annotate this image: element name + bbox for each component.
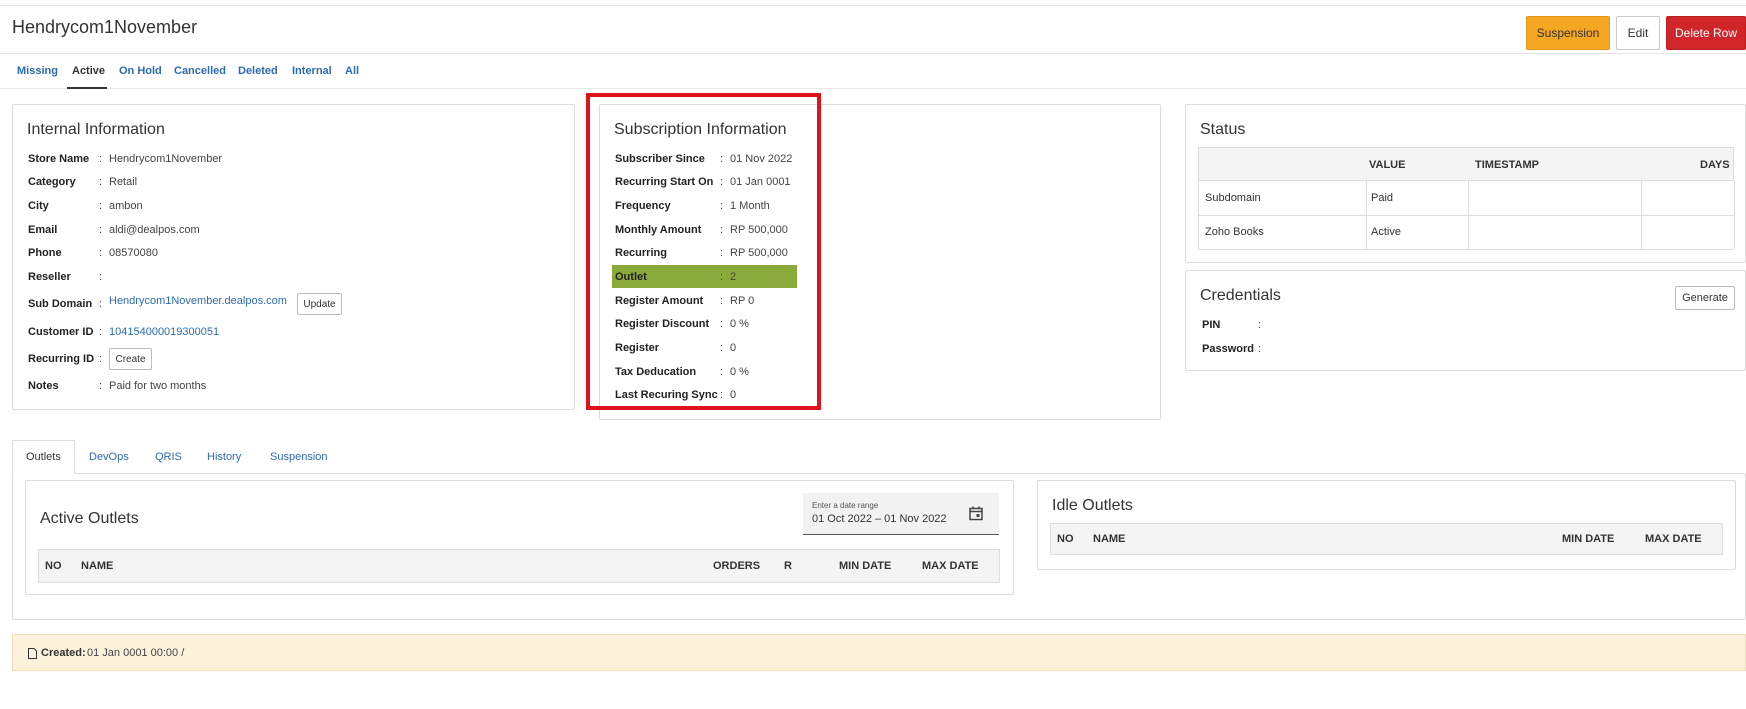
active-col-name: NAME <box>81 560 114 572</box>
active-col-min-date: MIN DATE <box>839 560 892 572</box>
status-title: Status <box>1200 121 1246 138</box>
idle-col-name: NAME <box>1093 533 1126 545</box>
email-value: aldi@dealpos.com <box>109 224 200 236</box>
col-divider <box>1366 181 1367 249</box>
tab-history[interactable]: History <box>207 451 241 463</box>
store-name-label: Store Name <box>28 153 90 165</box>
phone-value: 08570080 <box>109 247 158 259</box>
calendar-icon[interactable] <box>969 506 983 521</box>
notes-value: Paid for two months <box>109 380 207 392</box>
status-row-zoho-books: Zoho Books <box>1205 226 1264 238</box>
col-divider <box>1468 181 1469 249</box>
colon: : <box>99 298 103 310</box>
sub-domain-link[interactable]: Hendrycom1November.dealpos.com <box>109 295 287 307</box>
row-divider <box>1198 249 1734 250</box>
update-button[interactable]: Update <box>297 293 342 315</box>
city-label: City <box>28 200 49 212</box>
colon: : <box>99 326 103 338</box>
nav-missing[interactable]: Missing <box>17 65 58 77</box>
status-panel: Status <box>1185 104 1746 263</box>
page-title: Hendrycom1November <box>12 17 198 37</box>
idle-col-max-date: MAX DATE <box>1645 533 1702 545</box>
top-divider <box>0 5 1746 6</box>
col-divider <box>1641 181 1642 249</box>
city-value: ambon <box>109 200 143 212</box>
colon: : <box>99 247 103 259</box>
email-label: Email <box>28 224 58 236</box>
date-range-label: Enter a date range <box>812 501 879 510</box>
annotation-highlight-box <box>586 93 821 410</box>
tab-outlets[interactable]: Outlets <box>26 451 61 463</box>
nav-deleted[interactable]: Deleted <box>238 65 278 77</box>
tab-devops[interactable]: DevOps <box>89 451 129 463</box>
status-filter-nav: Missing Active On Hold Cancelled Deleted… <box>0 53 1746 89</box>
status-col-days: DAYS <box>1700 159 1730 171</box>
file-icon <box>28 648 37 659</box>
colon: : <box>99 176 103 188</box>
colon: : <box>99 224 103 236</box>
idle-outlets-table-header <box>1050 523 1723 555</box>
nav-cancelled[interactable]: Cancelled <box>174 65 226 77</box>
colon: : <box>99 353 103 365</box>
status-subdomain-value: Paid <box>1371 192 1394 204</box>
status-row-subdomain: Subdomain <box>1205 192 1261 204</box>
idle-col-no: NO <box>1057 533 1074 545</box>
created-value: 01 Jan 0001 00:00 / <box>87 647 185 659</box>
col-divider <box>1198 181 1199 249</box>
customer-id-link[interactable]: 104154000019300051 <box>109 326 219 338</box>
category-label: Category <box>28 176 76 188</box>
customer-id-label: Customer ID <box>28 326 94 338</box>
tab-qris[interactable]: QRIS <box>155 451 182 463</box>
created-label: Created: <box>41 647 86 659</box>
reseller-label: Reseller <box>28 271 71 283</box>
date-range-picker[interactable]: Enter a date range 01 Oct 2022 – 01 Nov … <box>803 493 999 535</box>
status-zoho-value: Active <box>1371 226 1401 238</box>
colon: : <box>1258 319 1262 331</box>
created-info-bar: Created: 01 Jan 0001 00:00 / <box>12 634 1746 671</box>
active-outlets-title: Active Outlets <box>40 510 139 527</box>
tab-suspension[interactable]: Suspension <box>270 451 328 463</box>
nav-on-hold[interactable]: On Hold <box>119 65 162 77</box>
active-col-orders: ORDERS <box>713 560 761 572</box>
status-col-timestamp: TIMESTAMP <box>1475 159 1539 171</box>
idle-col-min-date: MIN DATE <box>1562 533 1615 545</box>
recurring-id-label: Recurring ID <box>28 353 95 365</box>
nav-internal[interactable]: Internal <box>292 65 332 77</box>
delete-row-button[interactable]: Delete Row <box>1666 16 1746 50</box>
colon: : <box>99 380 103 392</box>
nav-active[interactable]: Active <box>72 65 105 77</box>
pin-label: PIN <box>1202 319 1221 331</box>
status-col-value: VALUE <box>1369 159 1406 171</box>
category-value: Retail <box>109 176 138 188</box>
nav-all[interactable]: All <box>345 65 359 77</box>
date-range-value: 01 Oct 2022 – 01 Nov 2022 <box>812 513 947 525</box>
credentials-panel: Credentials <box>1185 270 1746 371</box>
notes-label: Notes <box>28 380 59 392</box>
active-col-no: NO <box>45 560 62 572</box>
sub-domain-label: Sub Domain <box>28 298 93 310</box>
col-divider <box>1734 181 1735 249</box>
active-nav-underline <box>67 87 107 89</box>
colon: : <box>99 153 103 165</box>
idle-outlets-title: Idle Outlets <box>1052 497 1133 514</box>
credentials-title: Credentials <box>1200 287 1281 304</box>
colon: : <box>1258 343 1262 355</box>
internal-information-title: Internal Information <box>27 121 165 138</box>
row-divider <box>1198 215 1734 216</box>
status-table-header <box>1198 147 1734 181</box>
colon: : <box>99 200 103 212</box>
active-col-max-date: MAX DATE <box>922 560 979 572</box>
password-label: Password <box>1202 343 1254 355</box>
suspension-button[interactable]: Suspension <box>1526 16 1610 50</box>
create-button[interactable]: Create <box>109 348 152 370</box>
store-name-value: Hendrycom1November <box>109 153 223 165</box>
edit-button[interactable]: Edit <box>1616 16 1660 50</box>
phone-label: Phone <box>28 247 62 259</box>
colon: : <box>99 271 103 283</box>
active-col-r: R <box>784 560 792 572</box>
internal-information-panel: Internal Information <box>12 104 575 410</box>
generate-button[interactable]: Generate <box>1675 286 1735 310</box>
